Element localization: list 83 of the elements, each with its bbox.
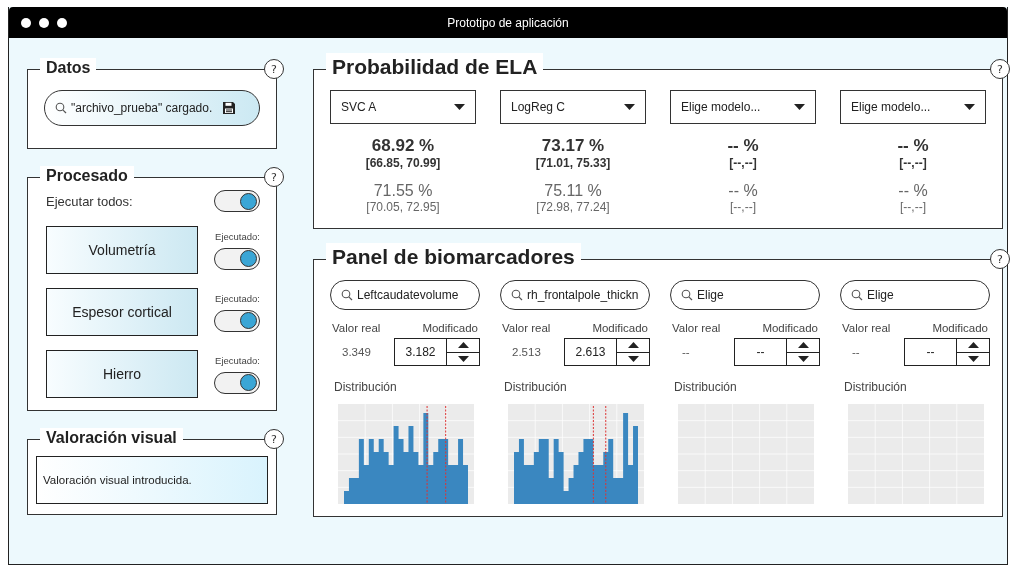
search-field[interactable]: Elige (840, 280, 990, 310)
probability-value: 75.11 % (544, 182, 602, 200)
caret-down-icon (457, 355, 469, 362)
model-dropdown[interactable]: SVC A (330, 90, 476, 124)
model-dropdown[interactable]: Elige modelo... (840, 90, 986, 124)
caret-up-icon (797, 342, 809, 349)
caret-down-icon (964, 104, 975, 110)
search-field[interactable]: rh_frontalpole_thickn (500, 280, 650, 310)
probability-value: -- % (728, 182, 758, 200)
search-icon (55, 102, 67, 114)
search-icon (341, 289, 353, 301)
toggle-switch[interactable] (214, 309, 260, 332)
real-value: 3.349 (342, 346, 371, 358)
search-field[interactable]: Elige (670, 280, 820, 310)
assessment-field[interactable]: Valoración visual introducida. (36, 456, 268, 504)
caret-up-icon (457, 342, 469, 349)
probability-value: -- % (897, 136, 929, 156)
number-field[interactable]: 2.613 (564, 338, 616, 366)
probability-value: 68.92 % (371, 136, 435, 156)
window-title: Prototipo de aplicación (447, 15, 569, 30)
caret-down-icon (797, 355, 809, 362)
toggle-switch[interactable] (214, 190, 260, 212)
caret-down-icon (454, 104, 465, 110)
confidence-interval: [70.05, 72.95] (366, 200, 440, 214)
column-label: Valor real (672, 322, 721, 334)
distribution-label: Distribución (674, 380, 738, 394)
run-all-label: Ejecutar todos: (46, 193, 133, 209)
caret-down-icon (794, 104, 805, 110)
caret-down-icon (627, 355, 639, 362)
column-label: Modificado (762, 322, 818, 334)
process-button[interactable]: Hierro (46, 350, 198, 398)
search-icon (511, 289, 523, 301)
confidence-interval: [71.01, 75.33] (535, 156, 611, 170)
help-button[interactable]: ? (264, 59, 284, 79)
caret-up-icon (967, 342, 979, 349)
help-button[interactable]: ? (990, 249, 1010, 269)
column-label: Valor real (842, 322, 891, 334)
window-control-icon[interactable] (21, 17, 31, 28)
toggle-switch[interactable] (214, 371, 260, 394)
number-field[interactable]: -- (734, 338, 786, 366)
real-value: 2.513 (512, 346, 541, 358)
confidence-interval: [--,--] (729, 156, 757, 170)
status-label: Ejecutado: (215, 292, 260, 304)
file-field[interactable]: "archivo_prueba" cargado. (44, 90, 260, 126)
real-value: -- (682, 346, 690, 358)
column-label: Valor real (502, 322, 551, 334)
caret-up-icon (627, 342, 639, 349)
toggle-switch[interactable] (214, 247, 260, 270)
help-button[interactable]: ? (990, 59, 1010, 79)
model-dropdown[interactable]: Elige modelo... (670, 90, 816, 124)
probability-value: 73.17 % (541, 136, 605, 156)
probability-value: -- % (727, 136, 759, 156)
caret-down-icon (967, 355, 979, 362)
column-label: Modificado (592, 322, 648, 334)
window-control-icon[interactable] (39, 17, 49, 28)
column-label: Valor real (332, 322, 381, 334)
search-icon (851, 289, 863, 301)
real-value: -- (852, 346, 860, 358)
distribution-label: Distribución (844, 380, 908, 394)
help-button[interactable]: ? (264, 429, 284, 449)
process-button[interactable]: Espesor cortical (46, 288, 198, 336)
model-dropdown[interactable]: LogReg C (500, 90, 646, 124)
column-label: Modificado (932, 322, 988, 334)
probability-value: -- % (898, 182, 928, 200)
confidence-interval: [66.85, 70.99] (365, 156, 441, 170)
caret-down-icon (624, 104, 635, 110)
status-label: Ejecutado: (215, 230, 260, 242)
probability-value: 71.55 % (373, 182, 433, 200)
status-label: Ejecutado: (215, 354, 260, 366)
number-field[interactable]: 3.182 (394, 338, 446, 366)
search-icon (681, 289, 693, 301)
search-field[interactable]: Leftcaudatevolume (330, 280, 480, 310)
confidence-interval: [72.98, 77.24] (536, 200, 610, 214)
confidence-interval: [--,--] (899, 156, 927, 170)
number-field[interactable]: -- (904, 338, 956, 366)
help-button[interactable]: ? (264, 167, 284, 187)
window-control-icon[interactable] (57, 17, 67, 28)
distribution-label: Distribución (504, 380, 568, 394)
column-label: Modificado (422, 322, 478, 334)
distribution-label: Distribución (334, 380, 398, 394)
confidence-interval: [--,--] (730, 200, 756, 214)
process-button[interactable]: Volumetría (46, 226, 198, 274)
confidence-interval: [--,--] (900, 200, 926, 214)
